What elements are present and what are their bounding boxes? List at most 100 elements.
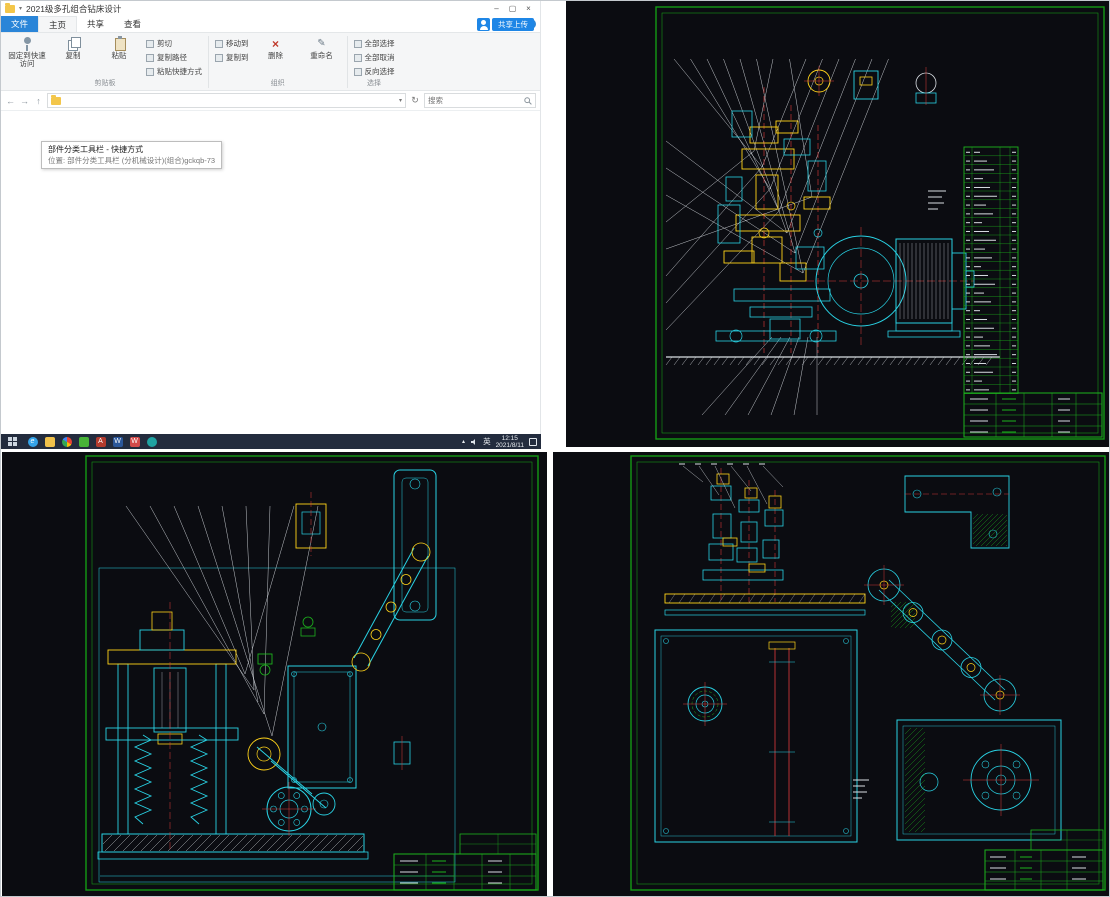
cut-label: 剪切	[157, 39, 172, 48]
invert-selection-icon	[353, 67, 362, 76]
search-input[interactable]	[428, 96, 522, 105]
taskbar-viewer-icon[interactable]	[143, 434, 160, 449]
taskbar-clock[interactable]: 12:15 2021/8/11	[496, 435, 524, 449]
cad-press-drawing	[2, 452, 547, 896]
ribbon-group-organize: 移动到 复制到 × 删除 ✎ 重命名 组织	[212, 34, 344, 90]
search-box[interactable]	[424, 93, 536, 108]
forward-icon[interactable]: →	[19, 96, 30, 106]
delete-label: 删除	[268, 51, 283, 60]
pin-to-quick-access-button[interactable]: 固定到快速访问	[5, 34, 49, 70]
invert-selection-label: 反向选择	[364, 67, 395, 76]
back-icon[interactable]: ←	[5, 96, 16, 106]
volume-icon[interactable]	[470, 438, 478, 446]
select-all-label: 全部选择	[364, 39, 395, 48]
cloud-upload-button[interactable]: 共享上传	[477, 18, 534, 31]
copy-icon	[66, 36, 81, 51]
titlebar: ▾ 2021级多孔组合钻床设计 – ▢ ×	[1, 1, 540, 16]
copy-button[interactable]: 复制	[51, 34, 95, 62]
tray-expand-icon[interactable]: ▴	[462, 438, 465, 445]
explorer-app-icon	[5, 2, 15, 13]
notification-center-icon[interactable]	[529, 437, 537, 446]
rename-button[interactable]: ✎ 重命名	[300, 34, 344, 62]
taskbar-chrome-icon[interactable]	[58, 434, 75, 449]
select-all-icon	[353, 39, 362, 48]
paste-button[interactable]: 粘贴	[97, 34, 141, 62]
paste-label: 粘贴	[111, 51, 127, 60]
taskbar-cad-icon[interactable]: A	[92, 434, 109, 449]
address-row: ← → ↑ ▾ ↻	[1, 91, 540, 111]
taskbar-edge-icon[interactable]: e	[24, 434, 41, 449]
paste-shortcut-button[interactable]: 粘贴快捷方式	[143, 65, 205, 78]
taskbar-file-explorer-icon[interactable]	[41, 434, 58, 449]
tooltip-location: 位置: 部件分类工具栏 (分机械设计)(组合)gckqb-73	[48, 156, 216, 165]
ime-indicator[interactable]: 英	[483, 436, 491, 447]
clock-time: 12:15	[501, 434, 518, 442]
copy-to-label: 复制到	[226, 53, 249, 62]
tab-view[interactable]: 查看	[114, 16, 151, 32]
paste-shortcut-icon	[146, 67, 154, 76]
tab-home[interactable]: 主页	[38, 16, 78, 32]
pin-icon	[20, 36, 35, 51]
select-none-icon	[353, 53, 362, 62]
address-bar[interactable]: ▾	[47, 93, 406, 108]
taskbar-wechat-icon[interactable]	[75, 434, 92, 449]
search-icon	[524, 96, 532, 105]
ribbon-group-clipboard: 固定到快速访问 复制 粘贴 剪切 复制路径 粘贴快捷方式 剪贴板	[5, 34, 205, 90]
cad-panel-part-views-drawing	[553, 452, 1109, 896]
tab-file[interactable]: 文件	[1, 16, 39, 32]
close-button[interactable]: ×	[521, 2, 536, 16]
group-label-clipboard: 剪贴板	[94, 80, 116, 88]
cad-assembly-drawing	[566, 1, 1109, 447]
cut-button[interactable]: 剪切	[143, 37, 205, 50]
move-to-label: 移动到	[226, 39, 249, 48]
up-icon[interactable]: ↑	[33, 96, 44, 106]
copy-to-icon	[215, 53, 223, 62]
qat-customize-icon[interactable]: ▾	[19, 5, 22, 12]
delete-icon: ×	[271, 36, 279, 51]
system-tray: ▴ 英 12:15 2021/8/11	[462, 435, 541, 449]
desktop-composite: ▾ 2021级多孔组合钻床设计 – ▢ × 文件 主页 共享 查看 ▴ ? 共享…	[0, 0, 1110, 897]
ribbon-group-select: 全部选择 全部取消 反向选择 选择	[351, 34, 398, 90]
copy-to-button[interactable]: 复制到	[212, 51, 252, 64]
group-label-select: 选择	[367, 80, 381, 88]
clock-date: 2021/8/11	[495, 441, 524, 449]
copy-path-icon	[146, 53, 154, 62]
copy-path-button[interactable]: 复制路径	[143, 51, 205, 64]
cloud-user-icon	[477, 18, 490, 31]
file-explorer-window: ▾ 2021级多孔组合钻床设计 – ▢ × 文件 主页 共享 查看 ▴ ? 共享…	[1, 1, 541, 434]
select-all-button[interactable]: 全部选择	[351, 37, 398, 50]
ribbon-divider	[346, 36, 348, 88]
delete-button[interactable]: × 删除	[254, 34, 298, 62]
taskbar-wps-icon[interactable]: W	[126, 434, 143, 449]
folder-icon	[51, 94, 61, 105]
ribbon: 共享上传 固定到快速访问 复制 粘贴 剪切 复制路径 粘贴快捷方式 剪贴板 移动…	[1, 18, 540, 91]
taskbar-word-icon[interactable]: W	[109, 434, 126, 449]
cad-panel-assembly-drawing	[566, 1, 1109, 447]
window-title: 2021级多孔组合钻床设计	[26, 3, 122, 14]
tab-share[interactable]: 共享	[77, 16, 114, 32]
cad-panel-press-drawing	[2, 452, 547, 896]
start-button[interactable]	[8, 437, 17, 446]
cut-icon	[146, 39, 154, 48]
pin-label: 固定到快速访问	[8, 51, 46, 68]
minimize-button[interactable]: –	[489, 2, 504, 16]
item-tooltip: 部件分类工具栏 - 快捷方式 位置: 部件分类工具栏 (分机械设计)(组合)gc…	[41, 141, 223, 169]
move-to-icon	[215, 39, 223, 48]
maximize-button[interactable]: ▢	[505, 2, 520, 16]
ribbon-divider	[208, 36, 209, 88]
group-label-organize: 组织	[270, 80, 285, 88]
copy-path-label: 复制路径	[157, 53, 187, 62]
select-none-label: 全部取消	[364, 53, 395, 62]
tooltip-title: 部件分类工具栏 - 快捷方式	[48, 145, 144, 154]
folder-content-area[interactable]: 部件分类工具栏 - 快捷方式 位置: 部件分类工具栏 (分机械设计)(组合)gc…	[1, 111, 540, 434]
invert-selection-button[interactable]: 反向选择	[351, 65, 398, 78]
refresh-icon[interactable]: ↻	[409, 95, 421, 106]
taskbar: e A W W ▴ 英 12:15 2021/8/11	[1, 434, 541, 449]
copy-label: 复制	[65, 51, 81, 60]
paste-icon	[112, 36, 127, 51]
cloud-upload-label: 共享上传	[492, 18, 534, 31]
cad-part-views-drawing	[553, 452, 1109, 896]
select-none-button[interactable]: 全部取消	[351, 51, 398, 64]
move-to-button[interactable]: 移动到	[212, 37, 252, 50]
address-dropdown-icon[interactable]: ▾	[399, 97, 402, 104]
